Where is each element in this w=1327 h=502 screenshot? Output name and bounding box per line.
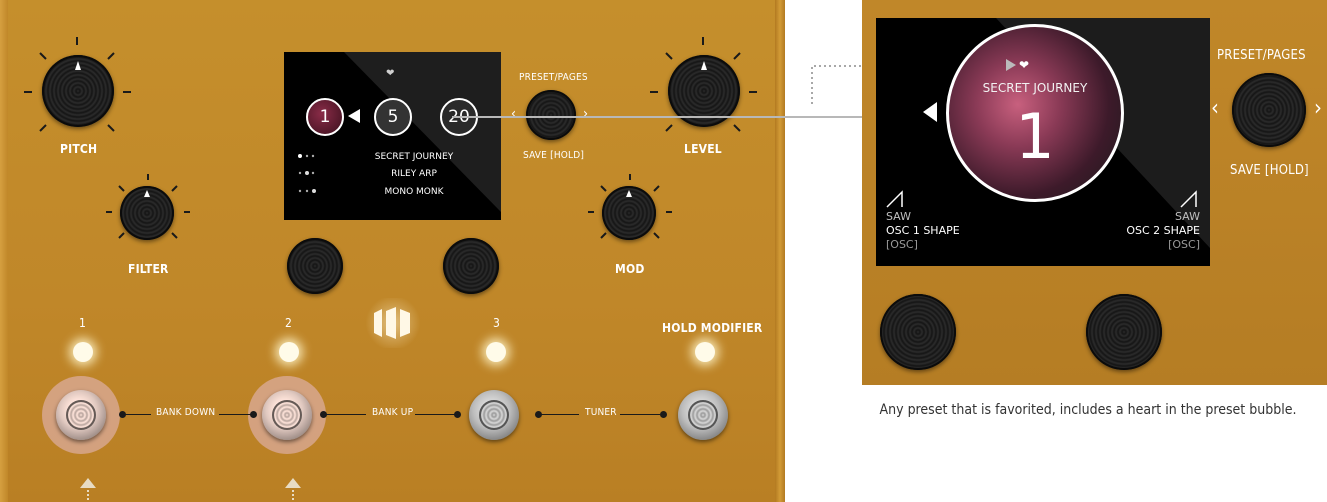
caption-text: Any preset that is favorited, includes a… <box>879 402 1297 418</box>
zoom-left-arrow-icon <box>923 102 937 122</box>
zoom-soft-button-right[interactable] <box>1086 294 1162 370</box>
osc2-saw-wave-icon <box>1180 190 1197 208</box>
zoom-heart-icon: ❤ <box>1019 58 1030 72</box>
osc1-wave-label: SAW <box>886 210 911 223</box>
zoom-preset-name: SECRET JOURNEY <box>982 81 1088 95</box>
zoom-soft-button-left[interactable] <box>880 294 956 370</box>
osc2-name-label: OSC 2 SHAPE <box>1126 224 1200 237</box>
zoom-encoder-right-chevron-icon: › <box>1314 96 1323 121</box>
osc2-wave-label: SAW <box>1175 210 1200 223</box>
zoom-heart-arrow-icon <box>1006 59 1016 71</box>
zoom-preset-pages-encoder[interactable] <box>1232 73 1306 147</box>
osc1-saw-wave-icon <box>886 190 903 208</box>
zoom-save-hold-label: SAVE [HOLD] <box>1230 163 1309 178</box>
zoom-panel: ❤ SECRET JOURNEY 1 SAW OSC 1 SHAPE [OSC]… <box>862 0 1327 385</box>
zoom-preset-number: 1 <box>1015 100 1055 173</box>
zoom-screen: ❤ SECRET JOURNEY 1 SAW OSC 1 SHAPE [OSC]… <box>876 18 1210 266</box>
osc1-group-label: [OSC] <box>886 238 918 251</box>
zoom-encoder-left-chevron-icon: ‹ <box>1211 96 1220 121</box>
osc2-group-label: [OSC] <box>1168 238 1200 251</box>
zoom-preset-pages-label: PRESET/PAGES <box>1217 48 1306 63</box>
osc1-name-label: OSC 1 SHAPE <box>886 224 960 237</box>
